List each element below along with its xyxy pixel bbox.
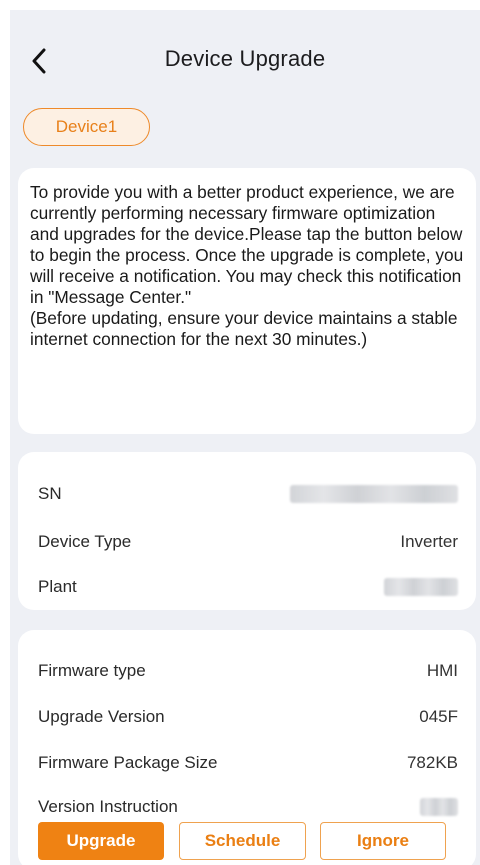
page-title: Device Upgrade [164, 46, 326, 71]
plant-row: Plant [38, 575, 458, 599]
firmware-type-row: Firmware type HMI [38, 659, 458, 683]
version-instruction-label: Version Instruction [38, 797, 178, 816]
device-info-card: SN Device Type Inverter Plant [18, 452, 476, 610]
ignore-button[interactable]: Ignore [320, 822, 446, 860]
schedule-button[interactable]: Schedule [179, 822, 306, 860]
notice-card: To provide you with a better product exp… [18, 168, 476, 434]
device-upgrade-screen: Device Upgrade Device1 To provide you wi… [10, 10, 480, 865]
upgrade-version-value: 045F [419, 707, 458, 726]
package-size-row: Firmware Package Size 782KB [38, 751, 458, 775]
device-type-label: Device Type [38, 532, 132, 551]
upgrade-version-label: Upgrade Version [38, 707, 165, 726]
tab-device1[interactable]: Device1 [23, 108, 150, 146]
device-type-row: Device Type Inverter [38, 530, 458, 554]
firmware-type-label: Firmware type [38, 661, 146, 680]
upgrade-notice-text: To provide you with a better product exp… [30, 182, 464, 349]
sn-row: SN [38, 482, 458, 506]
sn-label: SN [38, 484, 62, 503]
upgrade-version-row: Upgrade Version 045F [38, 705, 458, 729]
firmware-type-value: HMI [426, 661, 458, 680]
package-size-value: 782KB [406, 753, 458, 772]
device-type-value: Inverter [400, 532, 458, 551]
header: Device Upgrade [10, 10, 480, 110]
version-instruction-row[interactable]: Version Instruction [38, 795, 458, 819]
upgrade-button[interactable]: Upgrade [38, 822, 164, 860]
version-instruction-redacted [420, 798, 458, 816]
sn-value-redacted [290, 485, 458, 503]
plant-label: Plant [38, 577, 77, 596]
package-size-label: Firmware Package Size [38, 753, 218, 772]
plant-value-redacted [384, 578, 458, 596]
